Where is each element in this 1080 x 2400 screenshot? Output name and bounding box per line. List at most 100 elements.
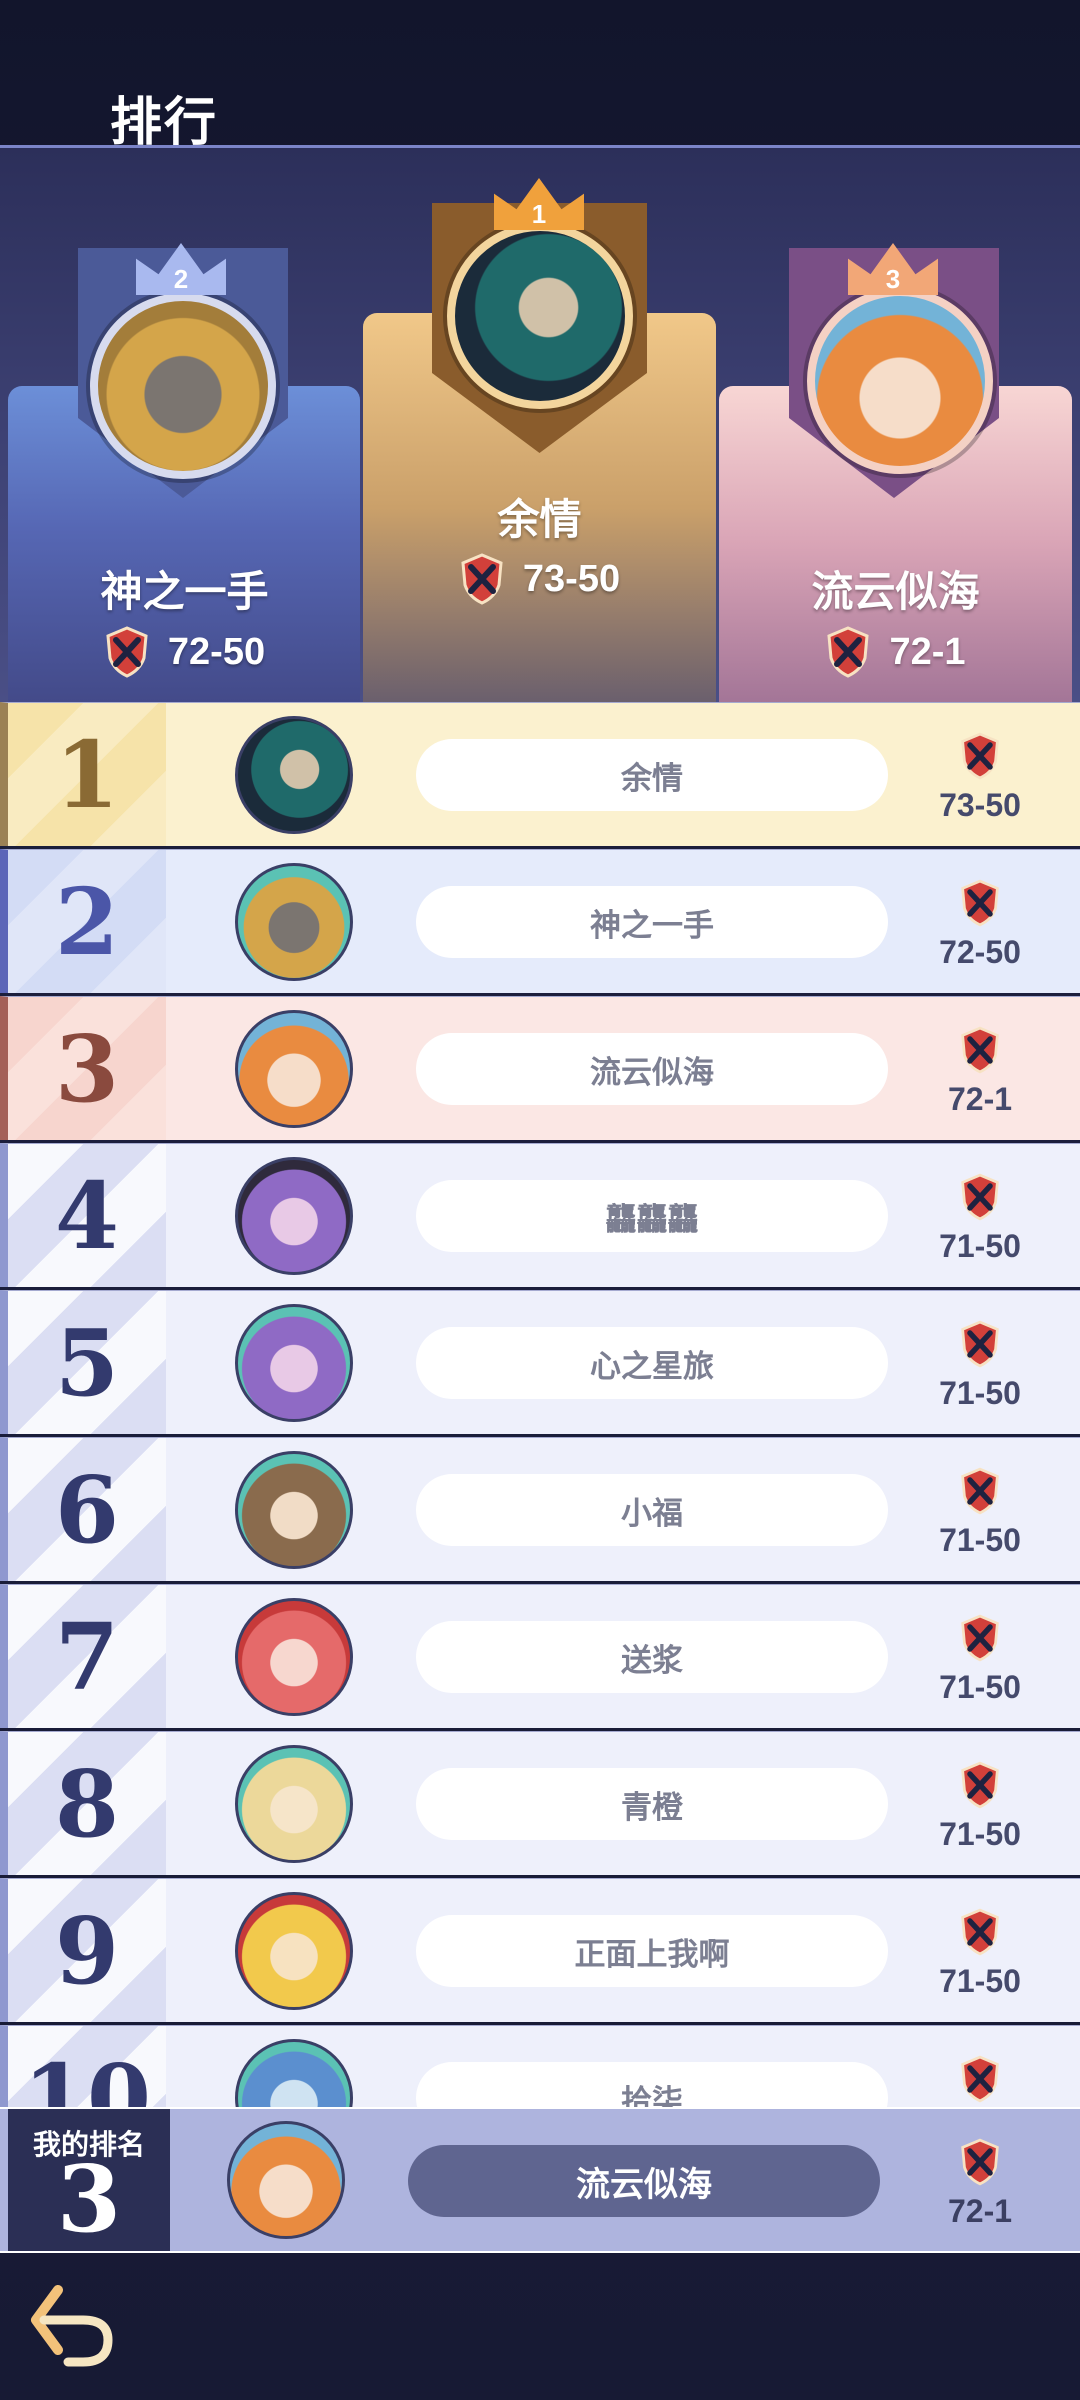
ranking-row[interactable]: 10 拾柒 — [0, 2025, 1080, 2107]
rank-number: 1 — [8, 703, 166, 846]
my-rank-bar[interactable]: 我的排名 3 流云似海 72-1 — [0, 2107, 1080, 2253]
my-rank-number: 3 — [56, 2145, 121, 2253]
ranking-row[interactable]: 2 神之一手 72-50 — [0, 849, 1080, 993]
score-text: 72-1 — [947, 1081, 1013, 1117]
score-text: 72-1 — [889, 630, 966, 673]
rank-number: 6 — [8, 1438, 166, 1581]
avatar-first[interactable] — [447, 223, 633, 409]
player-name: 余情 — [416, 739, 888, 811]
player-score: 71-50 — [910, 1613, 1050, 1706]
score-text: 73-50 — [522, 557, 621, 600]
crossed-swords-shield-icon — [961, 732, 999, 780]
crossed-swords-shield-icon — [961, 1026, 999, 1074]
rank-number: 2 — [8, 850, 166, 993]
ranking-row[interactable]: 6 小福 71-50 — [0, 1437, 1080, 1581]
score-text: 71-50 — [939, 1963, 1021, 1999]
podium-score-third: 72-1 — [719, 626, 1072, 678]
rank-number: 7 — [8, 1585, 166, 1728]
crossed-swords-shield-icon — [961, 879, 999, 927]
crossed-swords-shield-icon — [961, 2138, 999, 2186]
player-name: 送浆 — [416, 1621, 888, 1693]
score-text: 72-50 — [939, 934, 1021, 970]
my-player-score: 72-1 — [910, 2137, 1050, 2230]
podium-name-first: 余情 — [497, 496, 582, 543]
back-arrow-icon[interactable] — [28, 2280, 118, 2370]
crown-rank-label: 2 — [173, 264, 189, 294]
avatar[interactable] — [235, 1598, 353, 1716]
avatar[interactable] — [235, 863, 353, 981]
score-text: 72-50 — [167, 630, 266, 673]
crossed-swords-shield-icon — [961, 1173, 999, 1221]
rank-number: 8 — [8, 1732, 166, 1875]
crossed-swords-shield-icon — [961, 2055, 999, 2103]
rank-number: 9 — [8, 1879, 166, 2022]
crossed-swords-shield-icon — [961, 1320, 999, 1368]
ranking-list[interactable]: 1 余情 73-50 2 神之一手 72-50 3 流云似海 72-1 4 龘龘… — [0, 702, 1080, 2107]
player-name: 青橙 — [416, 1768, 888, 1840]
player-name: 神之一手 — [416, 886, 888, 958]
player-score: 72-50 — [910, 878, 1050, 971]
crossed-swords-shield-icon — [827, 626, 870, 678]
avatar[interactable] — [235, 1892, 353, 2010]
rank-number: 4 — [8, 1144, 166, 1287]
avatar[interactable] — [235, 716, 353, 834]
crossed-swords-shield-icon — [961, 1467, 999, 1515]
avatar[interactable] — [235, 1010, 353, 1128]
player-name: 正面上我啊 — [416, 1915, 888, 1987]
avatar[interactable] — [235, 1157, 353, 1275]
ranking-row[interactable]: 9 正面上我啊 71-50 — [0, 1878, 1080, 2022]
score-text: 71-50 — [939, 1375, 1021, 1411]
avatar[interactable] — [235, 1451, 353, 1569]
crossed-swords-shield-icon — [106, 626, 148, 678]
podium-score-second: 72-50 — [8, 626, 361, 678]
player-score: 71-50 — [910, 1172, 1050, 1265]
rank-number: 3 — [8, 997, 166, 1140]
podium: 2 1 3 神之一手 余情 流云似海 72-50 73-50 72-1 — [0, 145, 1080, 703]
score-text: 72-1 — [947, 2193, 1013, 2229]
crown-icon: 1 — [494, 178, 584, 230]
rank-number: 10 — [8, 2026, 166, 2107]
my-avatar[interactable] — [227, 2121, 345, 2239]
crown-rank-label: 3 — [885, 264, 901, 294]
player-score — [910, 2054, 1050, 2107]
rank-number: 5 — [8, 1291, 166, 1434]
player-score: 71-50 — [910, 1466, 1050, 1559]
score-text: 71-50 — [939, 1228, 1021, 1264]
score-text: 71-50 — [939, 1816, 1021, 1852]
avatar[interactable] — [235, 2039, 353, 2107]
crown-rank-label: 1 — [531, 199, 547, 229]
podium-name-third: 流云似海 — [811, 568, 980, 615]
my-player-name: 流云似海 — [408, 2145, 880, 2217]
ranking-row[interactable]: 8 青橙 71-50 — [0, 1731, 1080, 1875]
podium-name-second: 神之一手 — [100, 568, 269, 615]
ranking-row[interactable]: 1 余情 73-50 — [0, 702, 1080, 846]
avatar[interactable] — [235, 1304, 353, 1422]
score-text: 73-50 — [939, 787, 1021, 823]
avatar[interactable] — [235, 1745, 353, 1863]
player-score: 71-50 — [910, 1760, 1050, 1853]
crossed-swords-shield-icon — [461, 553, 503, 605]
player-score: 71-50 — [910, 1319, 1050, 1412]
score-text: 71-50 — [939, 1522, 1021, 1558]
player-name: 小福 — [416, 1474, 888, 1546]
player-name: 流云似海 — [416, 1033, 888, 1105]
avatar-second[interactable] — [90, 293, 276, 479]
player-name: 心之星旅 — [416, 1327, 888, 1399]
player-name: 拾柒 — [416, 2062, 888, 2107]
ranking-row[interactable]: 3 流云似海 72-1 — [0, 996, 1080, 1140]
crossed-swords-shield-icon — [961, 1614, 999, 1662]
ranking-row[interactable]: 4 龘龘龘 71-50 — [0, 1143, 1080, 1287]
player-name: 龘龘龘 — [416, 1180, 888, 1252]
page-title: 排行 — [110, 94, 219, 152]
player-score: 71-50 — [910, 1907, 1050, 2000]
crossed-swords-shield-icon — [961, 1908, 999, 1956]
podium-score-first: 73-50 — [363, 553, 716, 605]
player-score: 72-1 — [910, 1025, 1050, 1118]
crossed-swords-shield-icon — [961, 1761, 999, 1809]
score-text: 71-50 — [939, 1669, 1021, 1705]
player-score: 73-50 — [910, 731, 1050, 824]
ranking-row[interactable]: 5 心之星旅 71-50 — [0, 1290, 1080, 1434]
avatar-third[interactable] — [807, 288, 993, 474]
my-rank-cell: 我的排名 3 — [8, 2109, 170, 2253]
ranking-row[interactable]: 7 送浆 71-50 — [0, 1584, 1080, 1728]
